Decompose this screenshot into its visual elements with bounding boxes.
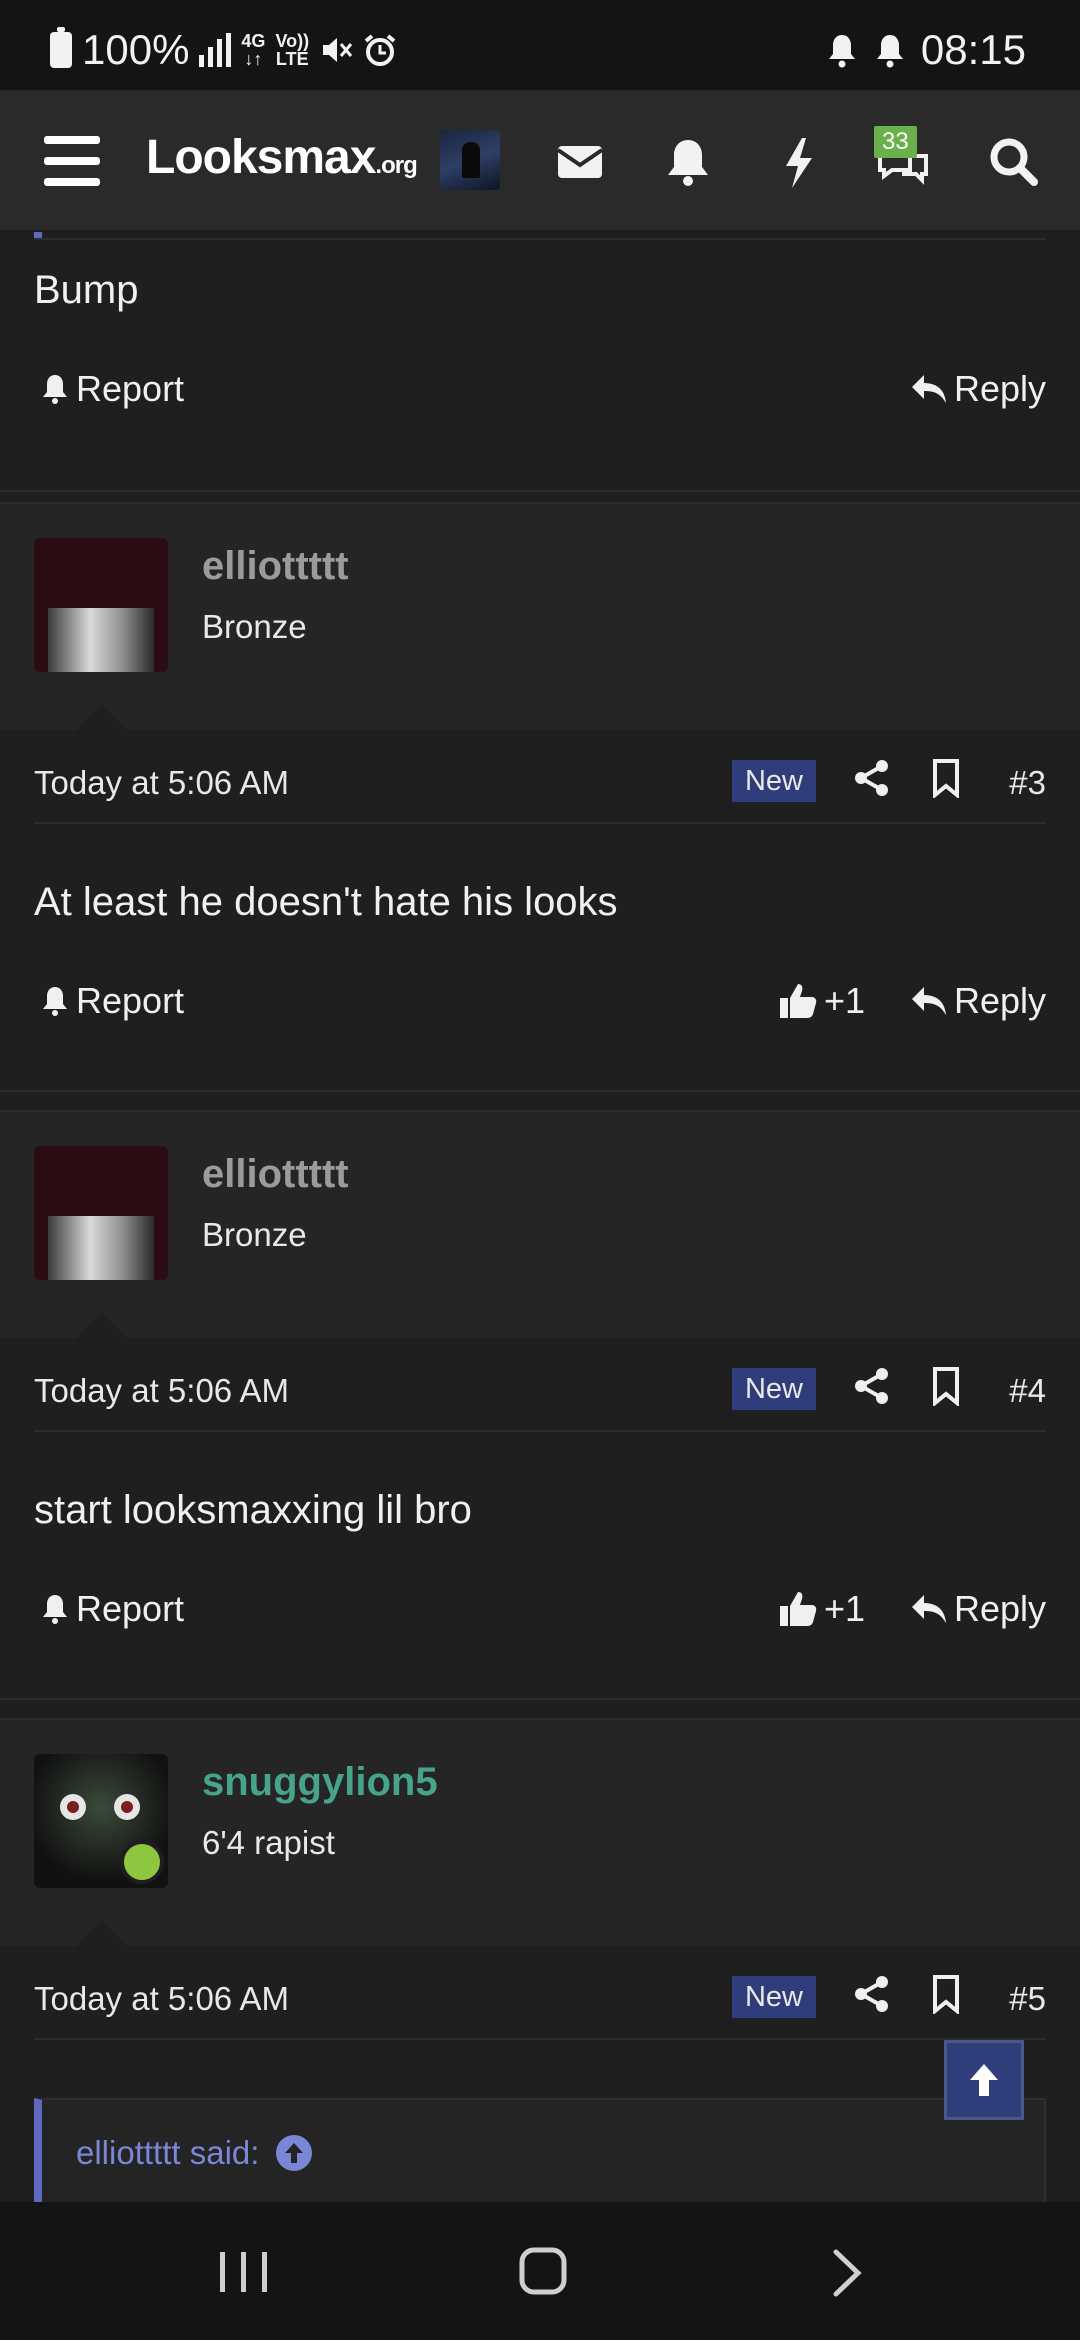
username-link[interactable]: snuggylion5	[202, 1760, 438, 1805]
search-icon[interactable]	[982, 130, 1046, 194]
mute-icon	[323, 38, 353, 62]
post-meta: Today at 5:06 AM New #4	[34, 1367, 1046, 1432]
battery-level: 100%	[82, 26, 190, 73]
post-message: start looksmaxxing lil bro	[34, 1488, 472, 1532]
share-icon[interactable]	[852, 1366, 892, 1406]
share-icon[interactable]	[852, 1974, 892, 2014]
avatar[interactable]	[34, 1146, 168, 1280]
caret	[76, 1920, 128, 1946]
network-type: 4G ↓↑	[241, 31, 266, 69]
user-title: Bronze	[202, 1216, 307, 1253]
thumbs-up-icon	[780, 984, 817, 1018]
reply-icon	[911, 1595, 946, 1623]
reply-button[interactable]: Reply	[910, 368, 1046, 410]
divider	[34, 238, 1046, 240]
report-button[interactable]: Report	[40, 1588, 184, 1630]
alarm-icon	[364, 34, 396, 66]
new-badge: New	[732, 1368, 816, 1410]
post-meta: Today at 5:06 AM New #3	[34, 759, 1046, 824]
bell-icon	[43, 987, 67, 1016]
like-button[interactable]: +1	[778, 980, 865, 1022]
clock: 08:15	[920, 26, 1026, 73]
username-link[interactable]: elliottttt	[202, 544, 349, 589]
thread-content: Bump Report Reply elliottttt Bronze Toda…	[0, 232, 1080, 2202]
caret	[76, 1312, 128, 1338]
username-link[interactable]: elliottttt	[202, 1152, 349, 1197]
post-user-block: snuggylion5 6'4 rapist	[0, 1720, 1080, 1946]
like-button[interactable]: +1	[778, 1588, 865, 1630]
app-header: Looksmax.org 33	[0, 90, 1080, 232]
post-user-block: elliottttt Bronze	[0, 1112, 1080, 1338]
envelope-icon[interactable]	[548, 130, 612, 194]
back-icon[interactable]	[826, 2248, 866, 2298]
post-date[interactable]: Today at 5:06 AM	[34, 764, 289, 802]
reply-icon	[911, 987, 946, 1015]
bell-icon	[43, 375, 67, 404]
quote-author-link[interactable]: elliottttt said:	[76, 2134, 259, 2172]
post-user-block: elliottttt Bronze	[0, 504, 1080, 730]
lightning-icon[interactable]	[766, 130, 830, 194]
status-bar: 100% 4G ↓↑ Vo)) LTE 08:15	[0, 0, 1080, 90]
recent-apps-icon[interactable]	[214, 2250, 274, 2294]
post-number[interactable]: #3	[1009, 764, 1046, 802]
conversations-badge: 33	[874, 126, 917, 158]
quote-block: elliottttt said:	[34, 2098, 1046, 2202]
signal-icon	[199, 33, 232, 67]
volte-indicator: Vo)) LTE	[275, 31, 310, 69]
post-meta: Today at 5:06 AM New #5	[34, 1975, 1046, 2040]
post-number[interactable]: #5	[1009, 1980, 1046, 2018]
home-icon[interactable]	[518, 2246, 568, 2296]
post: elliottttt Bronze Today at 5:06 AM New #…	[0, 1110, 1080, 1700]
online-indicator	[120, 1840, 164, 1884]
user-title: 6'4 rapist	[202, 1824, 335, 1861]
bell-icon[interactable]	[656, 130, 720, 194]
post-message: At least he doesn't hate his looks	[34, 880, 618, 924]
bell-icon	[43, 1595, 67, 1624]
menu-icon[interactable]	[44, 136, 100, 186]
share-icon[interactable]	[852, 758, 892, 798]
arrow-up-circle-icon[interactable]	[275, 2134, 313, 2172]
bookmark-icon[interactable]	[930, 1366, 962, 1406]
site-logo[interactable]: Looksmax.org	[146, 130, 418, 185]
system-nav-bar	[0, 2202, 1080, 2340]
arrow-up-icon	[970, 2064, 998, 2096]
thumbs-up-icon	[780, 1592, 817, 1626]
reply-icon	[911, 375, 946, 403]
report-button[interactable]: Report	[40, 980, 184, 1022]
report-button[interactable]: Report	[40, 368, 184, 410]
new-badge: New	[732, 1976, 816, 2018]
notification-bell-icon	[876, 35, 903, 68]
post-number[interactable]: #4	[1009, 1372, 1046, 1410]
post-date[interactable]: Today at 5:06 AM	[34, 1980, 289, 2018]
bookmark-icon[interactable]	[930, 758, 962, 798]
reply-button[interactable]: Reply	[910, 980, 1046, 1022]
avatar[interactable]	[34, 538, 168, 672]
post-date[interactable]: Today at 5:06 AM	[34, 1372, 289, 1410]
post: elliottttt Bronze Today at 5:06 AM New #…	[0, 502, 1080, 1092]
back-to-top-button[interactable]	[944, 2040, 1024, 2120]
new-badge: New	[732, 760, 816, 802]
post-message: Bump	[34, 268, 139, 312]
reply-button[interactable]: Reply	[910, 1588, 1046, 1630]
post-actions: Report +1 Reply	[34, 1588, 1046, 1648]
notification-bell-icon	[828, 35, 855, 68]
caret	[76, 704, 128, 730]
post-partial: Bump Report Reply	[0, 232, 1080, 492]
battery-icon	[50, 27, 72, 68]
bookmark-icon[interactable]	[930, 1974, 962, 2014]
post-actions: Report +1 Reply	[34, 980, 1046, 1040]
user-title: Bronze	[202, 608, 307, 645]
account-avatar[interactable]	[440, 130, 500, 190]
post: snuggylion5 6'4 rapist Today at 5:06 AM …	[0, 1718, 1080, 2202]
post-actions: Report Reply	[34, 368, 1046, 428]
